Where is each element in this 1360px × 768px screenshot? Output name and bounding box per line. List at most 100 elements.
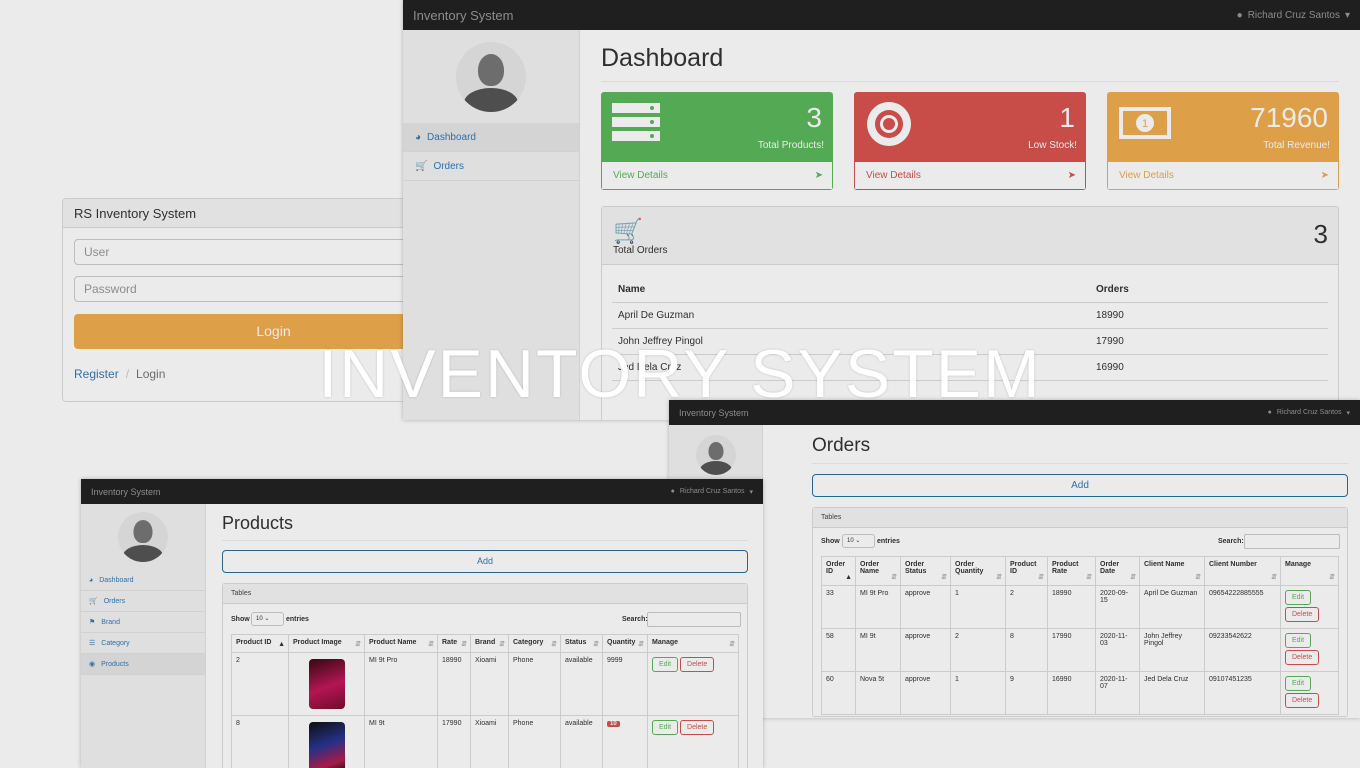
delete-button[interactable]: Delete — [1285, 607, 1320, 622]
edit-button[interactable]: Edit — [652, 720, 679, 735]
sort-icon: ⇵ — [1130, 574, 1136, 581]
search-input[interactable] — [1244, 534, 1340, 549]
search-label: Search: — [1218, 538, 1244, 545]
table-row: 8 MI 9t 17990 Xioami Phone available 10 … — [231, 715, 739, 768]
column-header[interactable]: Client Number ⇵ — [1204, 556, 1281, 586]
column-header[interactable]: Order ID ▲ — [821, 556, 856, 586]
navbar-brand[interactable]: Inventory System — [413, 8, 513, 23]
column-header[interactable]: Client Name ⇵ — [1139, 556, 1205, 586]
column-header-label: Client Name — [1144, 561, 1185, 568]
sort-icon: ⇵ — [1195, 574, 1201, 581]
column-header[interactable]: Name — [612, 277, 1090, 303]
entries-select[interactable]: 10 ⌄ — [251, 612, 284, 626]
arrow-circle-right-icon: ➤ — [1320, 170, 1329, 181]
view-details-link[interactable]: View Details ➤ — [1107, 162, 1339, 190]
column-header-label: Product Image — [293, 639, 342, 646]
sidebar-item-label: Category — [101, 639, 130, 647]
table-cell: 16990 — [1047, 671, 1096, 715]
sidebar-item-category[interactable]: ☰ Category — [81, 633, 205, 654]
table-cell: 2020-11-07 — [1095, 671, 1140, 715]
column-header[interactable]: Status ⇵ — [560, 634, 603, 653]
table-cell: 33 — [821, 585, 856, 629]
card-top: 1 71960 Total Revenue! — [1107, 92, 1339, 162]
table-row: 58 MI 9t approve 2 8 17990 2020-11-03 Jo… — [821, 628, 1339, 672]
add-order-button[interactable]: Add — [812, 474, 1348, 497]
column-header[interactable]: Rate ⇵ — [437, 634, 471, 653]
sort-icon: ⇵ — [1038, 574, 1044, 581]
table-cell: Jed Dela Cruz — [1139, 671, 1205, 715]
sort-icon: ⇵ — [729, 641, 735, 648]
dashboard-icon: ◕ — [89, 576, 94, 584]
sidebar-item-dashboard[interactable]: ◕ Dashboard — [81, 570, 205, 591]
sidebar-item-orders[interactable]: 🛒 Orders — [81, 591, 205, 612]
column-header[interactable]: Orders — [1090, 277, 1328, 303]
table-cell: 2 — [1005, 585, 1048, 629]
column-header-label: Manage — [652, 639, 679, 646]
sidebar-item-label: Dashboard — [427, 131, 476, 143]
column-header-label: Product ID — [1010, 561, 1037, 575]
column-header[interactable]: Order Quantity ⇵ — [950, 556, 1006, 586]
table-cell: Phone — [508, 652, 561, 716]
table-cell: 9999 — [602, 652, 648, 716]
edit-button[interactable]: Edit — [1285, 590, 1312, 605]
column-header[interactable]: Product ID ⇵ — [1005, 556, 1048, 586]
table-cell: 10 — [602, 715, 648, 768]
add-product-button[interactable]: Add — [222, 550, 748, 573]
sort-icon: ⇵ — [593, 641, 599, 648]
column-header[interactable]: Product Name ⇵ — [364, 634, 438, 653]
manage-cell: Edit Delete — [1280, 671, 1339, 715]
server-icon — [612, 102, 662, 150]
navbar: Inventory System ● Richard Cruz Santos ▾ — [81, 479, 763, 504]
search-input[interactable] — [647, 612, 741, 627]
arrow-circle-right-icon: ➤ — [1067, 170, 1076, 181]
column-header[interactable]: Manage ⇵ — [1280, 556, 1339, 586]
table-cell: Nova 5t — [855, 671, 901, 715]
sidebar-item-products[interactable]: ◉ Products — [81, 654, 205, 675]
sidebar-item-label: Orders — [103, 597, 126, 605]
user-menu[interactable]: ● Richard Cruz Santos ▾ — [671, 488, 753, 496]
orders-table-panel: Tables Show 10 ⌄ entries Search: Order I… — [812, 507, 1348, 717]
column-header-label: Product Name — [369, 639, 417, 646]
user-menu[interactable]: ● Richard Cruz Santos ▾ — [1237, 10, 1350, 21]
sort-asc-icon: ▲ — [845, 574, 852, 581]
column-header[interactable]: Brand ⇵ — [470, 634, 509, 653]
sidebar-item-dashboard[interactable]: ◕ Dashboard — [403, 123, 579, 152]
column-header[interactable]: Product ID ▲ — [231, 634, 289, 653]
card-label: Total Revenue! — [1263, 140, 1330, 151]
delete-button[interactable]: Delete — [680, 720, 715, 735]
navbar-brand[interactable]: Inventory System — [91, 487, 161, 497]
column-header[interactable]: Manage ⇵ — [647, 634, 739, 653]
column-header[interactable]: Product Rate ⇵ — [1047, 556, 1096, 586]
entries-select-value: 10 — [847, 538, 854, 544]
table-cell: 2 — [231, 652, 289, 716]
sidebar-item-label: Orders — [433, 160, 465, 172]
entries-select[interactable]: 10 ⌄ — [842, 534, 875, 548]
column-header[interactable]: Category ⇵ — [508, 634, 561, 653]
column-header[interactable]: Order Name ⇵ — [855, 556, 901, 586]
column-header-label: Order Date — [1100, 561, 1120, 575]
orders-main: Orders Add Tables Show 10 ⌄ entries Sear… — [812, 425, 1348, 717]
column-header[interactable]: Order Date ⇵ — [1095, 556, 1140, 586]
edit-button[interactable]: Edit — [1285, 676, 1312, 691]
column-header[interactable]: Product Image ⇵ — [288, 634, 365, 653]
sidebar-item-brand[interactable]: ⚑ Brand — [81, 612, 205, 633]
view-details-link[interactable]: View Details ➤ — [854, 162, 1086, 190]
edit-button[interactable]: Edit — [652, 657, 679, 672]
delete-button[interactable]: Delete — [1285, 693, 1320, 708]
card-top: 1 Low Stock! — [854, 92, 1086, 162]
column-header-label: Status — [565, 639, 587, 646]
delete-button[interactable]: Delete — [1285, 650, 1320, 665]
avatar-head — [478, 54, 504, 86]
money-icon: 1 — [1118, 102, 1174, 150]
view-details-link[interactable]: View Details ➤ — [601, 162, 833, 190]
edit-button[interactable]: Edit — [1285, 633, 1312, 648]
column-header[interactable]: Order Status ⇵ — [900, 556, 951, 586]
column-header-label: Rate — [442, 639, 458, 646]
sort-icon: ⇵ — [996, 574, 1002, 581]
column-header[interactable]: Quantity ⇵ — [602, 634, 648, 653]
table-cell: 58 — [821, 628, 856, 672]
sidebar-item-orders[interactable]: 🛒 Orders — [403, 152, 579, 181]
delete-button[interactable]: Delete — [680, 657, 715, 672]
sidebar-item-label: Brand — [101, 618, 120, 626]
total-orders-label: Total Orders — [613, 245, 668, 256]
